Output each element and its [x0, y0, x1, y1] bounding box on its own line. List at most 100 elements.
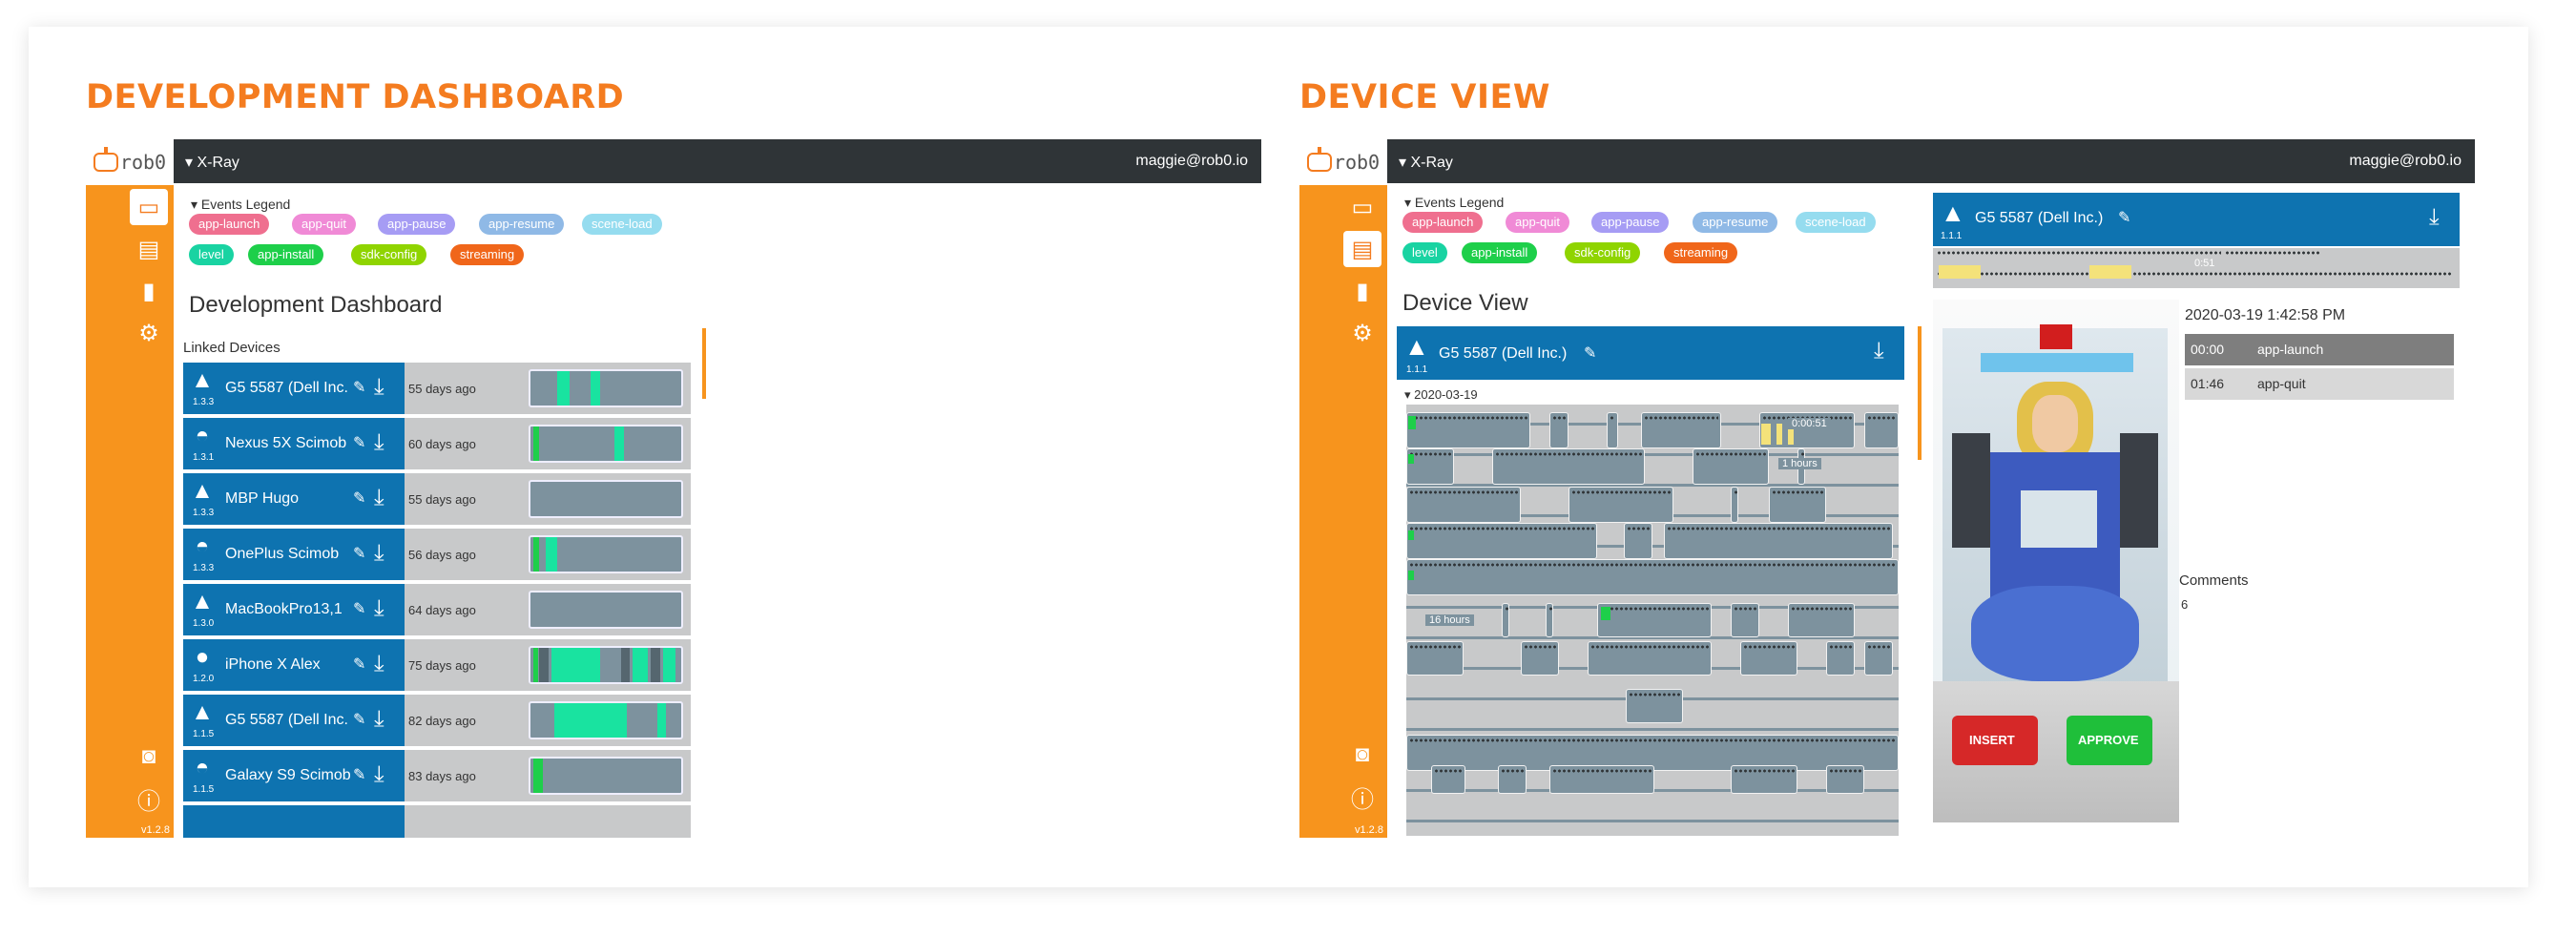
device-card[interactable]: ◓ 1.3.3 OnePlus Scimob ✎ ⤓ — [183, 529, 405, 580]
session-block[interactable] — [1826, 641, 1855, 676]
download-icon[interactable]: ⤓ — [374, 485, 384, 511]
edit-icon[interactable]: ✎ — [353, 655, 365, 674]
log-row[interactable]: 01:46 app-quit — [2185, 368, 2454, 400]
legend-pill-streaming[interactable]: streaming — [450, 244, 525, 265]
session-block[interactable] — [1521, 641, 1559, 676]
activity-bar[interactable] — [529, 425, 683, 463]
legend-pill-level[interactable]: level — [189, 244, 234, 265]
legend-pill-sdk-config[interactable]: sdk-config — [351, 244, 427, 265]
download-icon[interactable]: ⤓ — [374, 706, 384, 733]
device-row[interactable] — [183, 805, 691, 838]
legend-pill-app-launch[interactable]: app-launch — [189, 214, 270, 235]
download-icon[interactable]: ⤓ — [374, 374, 384, 401]
legend-pill-scene-load[interactable]: scene-load — [1796, 212, 1876, 233]
legend-pill-app-pause[interactable]: app-pause — [378, 214, 456, 235]
legend-pill-app-install[interactable]: app-install — [1462, 242, 1538, 263]
download-icon[interactable]: ⤓ — [374, 651, 384, 677]
device-row[interactable]: ● 1.2.0 iPhone X Alex ✎ ⤓ 75 days ago — [183, 639, 691, 691]
activity-bar[interactable] — [529, 701, 683, 739]
edit-icon[interactable]: ✎ — [353, 378, 365, 397]
device-card[interactable]: ▲ 1.3.3 MBP Hugo ✎ ⤓ — [183, 473, 405, 525]
analytics-nav-icon[interactable]: ▮ — [130, 273, 168, 309]
session-block[interactable] — [1769, 487, 1826, 523]
device-card[interactable]: ◓ 1.3.1 Nexus 5X Scimob ✎ ⤓ — [183, 418, 405, 469]
session-block[interactable] — [1788, 603, 1855, 637]
device-card[interactable]: ● 1.2.0 iPhone X Alex ✎ ⤓ — [183, 639, 405, 691]
info-icon[interactable]: ⓘ — [1343, 779, 1381, 815]
download-icon[interactable]: ⤓ — [1874, 338, 1884, 364]
session-block[interactable] — [1406, 641, 1464, 676]
session-block[interactable] — [1740, 641, 1797, 676]
device-card[interactable] — [183, 805, 405, 838]
events-legend-toggle[interactable]: ▾ Events Legend — [1404, 195, 1504, 211]
legend-pill-scene-load[interactable]: scene-load — [582, 214, 662, 235]
settings-gear-icon[interactable]: ⚙ — [1343, 315, 1381, 351]
session-block[interactable] — [1826, 765, 1864, 794]
xray-menu[interactable]: ▾ X-Ray — [185, 153, 239, 172]
device-card[interactable]: ▲ 1.3.3 G5 5587 (Dell Inc. ✎ ⤓ — [183, 363, 405, 414]
edit-icon[interactable]: ✎ — [353, 544, 365, 563]
user-email[interactable]: maggie@rob0.io — [1135, 153, 1248, 170]
devices-nav-icon[interactable]: ▭ — [1343, 189, 1381, 225]
scrollbar[interactable] — [1918, 326, 1922, 460]
dashboard-nav-icon[interactable]: ▤ — [130, 231, 168, 267]
legend-pill-app-resume[interactable]: app-resume — [479, 214, 565, 235]
session-timeline[interactable]: 0:00:51 1 hours 16 hours — [1406, 405, 1899, 836]
session-block[interactable] — [1641, 412, 1721, 448]
session-block[interactable] — [1731, 603, 1759, 637]
xray-menu[interactable]: ▾ X-Ray — [1399, 153, 1453, 172]
session-block[interactable] — [1492, 448, 1645, 485]
device-card[interactable]: ◓ 1.1.5 Galaxy S9 Scimob ✎ ⤓ — [183, 750, 405, 801]
session-block[interactable] — [1731, 765, 1797, 794]
log-row[interactable]: 00:00 app-launch — [2185, 334, 2454, 365]
edit-icon[interactable]: ✎ — [353, 599, 365, 618]
scrollbar[interactable] — [702, 328, 706, 399]
device-card[interactable]: ▲ 1.3.0 MacBookPro13,1 ✎ ⤓ — [183, 584, 405, 635]
session-block[interactable] — [1498, 765, 1527, 794]
session-block[interactable] — [1624, 523, 1652, 559]
device-row[interactable]: ◓ 1.3.3 OnePlus Scimob ✎ ⤓ 56 days ago — [183, 529, 691, 580]
activity-bar[interactable] — [529, 369, 683, 407]
session-block[interactable] — [1406, 523, 1597, 559]
legend-pill-app-pause[interactable]: app-pause — [1591, 212, 1670, 233]
legend-pill-app-quit[interactable]: app-quit — [292, 214, 356, 235]
session-block[interactable] — [1568, 487, 1673, 523]
download-icon[interactable]: ⤓ — [374, 761, 384, 788]
discord-icon[interactable]: ◙ — [130, 738, 168, 775]
session-block[interactable] — [1607, 412, 1618, 448]
download-icon[interactable]: ⤓ — [374, 595, 384, 622]
session-block[interactable] — [1664, 523, 1893, 559]
logo[interactable]: rob0 — [86, 139, 174, 185]
session-block[interactable] — [1546, 603, 1553, 637]
download-icon[interactable]: ⤓ — [374, 540, 384, 567]
activity-bar[interactable] — [529, 535, 683, 573]
activity-bar[interactable] — [529, 646, 683, 684]
session-block[interactable] — [1549, 412, 1568, 448]
edit-icon[interactable]: ✎ — [353, 710, 365, 729]
edit-icon[interactable]: ✎ — [353, 489, 365, 508]
session-block[interactable] — [1693, 448, 1769, 485]
info-icon[interactable]: ⓘ — [130, 780, 168, 817]
device-row[interactable]: ◓ 1.1.5 Galaxy S9 Scimob ✎ ⤓ 83 days ago — [183, 750, 691, 801]
session-mini-timeline[interactable]: 0:51 — [1933, 248, 2460, 288]
devices-nav-icon[interactable]: ▭ — [130, 189, 168, 225]
legend-pill-app-resume[interactable]: app-resume — [1693, 212, 1778, 233]
legend-pill-app-launch[interactable]: app-launch — [1402, 212, 1484, 233]
session-block[interactable] — [1864, 641, 1893, 676]
legend-pill-sdk-config[interactable]: sdk-config — [1565, 242, 1641, 263]
session-block[interactable] — [1864, 412, 1899, 448]
download-icon[interactable]: ⤓ — [374, 429, 384, 456]
legend-pill-app-quit[interactable]: app-quit — [1506, 212, 1569, 233]
dashboard-nav-icon[interactable]: ▤ — [1343, 231, 1381, 267]
activity-bar[interactable] — [529, 757, 683, 795]
date-toggle[interactable]: ▾ 2020-03-19 — [1404, 387, 1478, 403]
discord-icon[interactable]: ◙ — [1343, 737, 1381, 773]
device-row[interactable]: ◓ 1.3.1 Nexus 5X Scimob ✎ ⤓ 60 days ago — [183, 418, 691, 469]
edit-icon[interactable]: ✎ — [2118, 208, 2130, 227]
legend-pill-app-install[interactable]: app-install — [248, 244, 324, 265]
session-block[interactable] — [1406, 559, 1899, 595]
events-legend-toggle[interactable]: ▾ Events Legend — [191, 197, 290, 213]
activity-bar[interactable] — [529, 480, 683, 518]
download-icon[interactable]: ⤓ — [2429, 204, 2440, 231]
activity-bar[interactable] — [529, 591, 683, 629]
